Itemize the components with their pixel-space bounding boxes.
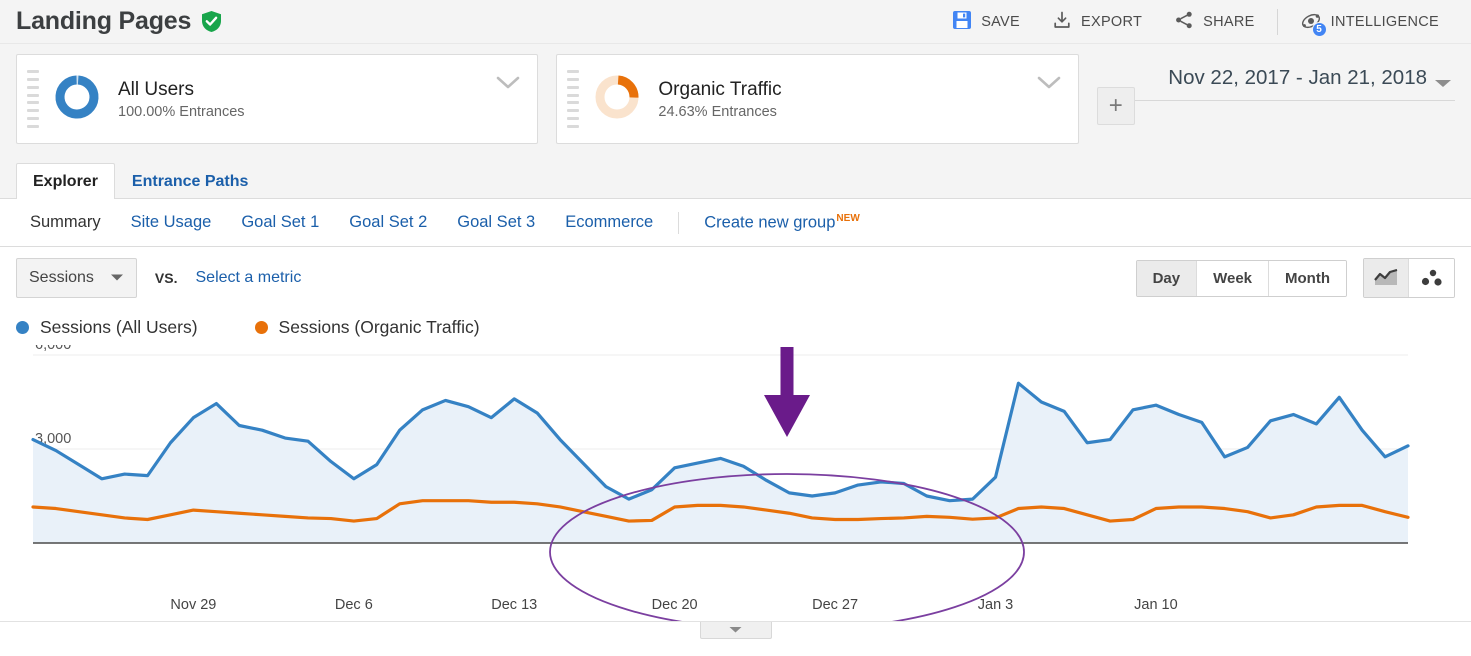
segment-card-organic-traffic[interactable]: Organic Traffic 24.63% Entrances bbox=[556, 54, 1078, 144]
date-range-label[interactable]: Nov 22, 2017 - Jan 21, 2018 bbox=[1168, 66, 1427, 90]
intelligence-atom-icon: 5 bbox=[1300, 12, 1322, 32]
share-button[interactable]: SHARE bbox=[1158, 0, 1270, 43]
granularity-week[interactable]: Week bbox=[1197, 261, 1269, 296]
secondary-tabs: Summary Site Usage Goal Set 1 Goal Set 2… bbox=[0, 199, 1471, 247]
legend-item-organic-traffic[interactable]: Sessions (Organic Traffic) bbox=[255, 317, 480, 338]
intelligence-badge: 5 bbox=[1312, 22, 1327, 37]
date-underline bbox=[1125, 100, 1455, 101]
legend-dot-blue bbox=[16, 321, 29, 334]
donut-chart-icon bbox=[592, 72, 642, 127]
add-segment-button[interactable]: + bbox=[1097, 87, 1135, 125]
subtab-ecommerce[interactable]: Ecommerce bbox=[550, 213, 668, 232]
save-label: SAVE bbox=[981, 14, 1020, 30]
primary-tabs: Explorer Entrance Paths bbox=[0, 159, 1471, 199]
page-title: Landing Pages bbox=[16, 9, 191, 34]
shield-check-icon bbox=[201, 10, 222, 33]
tab-explorer[interactable]: Explorer bbox=[16, 163, 115, 199]
x-axis-tick-label: Jan 10 bbox=[1134, 597, 1178, 613]
caret-down-icon[interactable] bbox=[1433, 76, 1453, 94]
save-floppy-icon bbox=[952, 10, 972, 34]
analytics-page: Landing Pages SAVE EXPORT SHA bbox=[0, 0, 1471, 656]
share-label: SHARE bbox=[1203, 14, 1254, 30]
create-new-group-link[interactable]: Create new groupNEW bbox=[689, 213, 875, 233]
collapse-chart-handle[interactable] bbox=[700, 622, 772, 639]
chevron-down-icon[interactable] bbox=[495, 75, 521, 96]
download-icon bbox=[1052, 10, 1072, 34]
toolbar-divider bbox=[1277, 9, 1278, 35]
x-axis-tick-label: Dec 13 bbox=[491, 597, 537, 613]
drag-handle-icon[interactable] bbox=[567, 70, 579, 128]
chevron-down-icon[interactable] bbox=[1036, 75, 1062, 96]
chart-legend: Sessions (All Users) Sessions (Organic T… bbox=[0, 309, 1471, 345]
subtab-goal-set-2[interactable]: Goal Set 2 bbox=[334, 213, 442, 232]
chart-controls-row: Sessions VS. Select a metric Day Week Mo… bbox=[0, 247, 1471, 309]
segment-bar: All Users 100.00% Entrances Organic Traf… bbox=[0, 44, 1471, 159]
donut-chart-icon bbox=[52, 72, 102, 127]
subtab-goal-set-1[interactable]: Goal Set 1 bbox=[226, 213, 334, 232]
drag-handle-icon[interactable] bbox=[27, 70, 39, 128]
select-a-metric-link[interactable]: Select a metric bbox=[196, 269, 302, 287]
caret-down-icon bbox=[110, 269, 124, 287]
page-header: Landing Pages SAVE EXPORT SHA bbox=[0, 0, 1471, 44]
subtab-site-usage[interactable]: Site Usage bbox=[116, 213, 227, 232]
segment-name: All Users bbox=[118, 78, 245, 102]
x-axis-tick-label: Dec 6 bbox=[335, 597, 373, 613]
subtab-goal-set-3[interactable]: Goal Set 3 bbox=[442, 213, 550, 232]
sessions-timeseries-chart[interactable]: 3,0006,000 bbox=[0, 345, 1471, 595]
vs-label: VS. bbox=[155, 270, 178, 286]
legend-item-all-users[interactable]: Sessions (All Users) bbox=[16, 317, 198, 338]
legend-dot-orange bbox=[255, 321, 268, 334]
intelligence-label: INTELLIGENCE bbox=[1331, 14, 1439, 30]
chart-bottom-bar bbox=[0, 621, 1471, 649]
segment-metric: 100.00% Entrances bbox=[118, 104, 245, 120]
x-axis-tick-label: Dec 27 bbox=[812, 597, 858, 613]
export-button[interactable]: EXPORT bbox=[1036, 0, 1158, 43]
metric-select-value: Sessions bbox=[29, 269, 94, 287]
segment-card-all-users[interactable]: All Users 100.00% Entrances bbox=[16, 54, 538, 144]
granularity-day[interactable]: Day bbox=[1137, 261, 1198, 296]
segment-metric: 24.63% Entrances bbox=[658, 104, 781, 120]
granularity-month[interactable]: Month bbox=[1269, 261, 1346, 296]
new-badge: NEW bbox=[836, 213, 859, 224]
legend-label: Sessions (Organic Traffic) bbox=[279, 317, 480, 338]
segment-name: Organic Traffic bbox=[658, 78, 781, 102]
x-axis-tick-label: Dec 20 bbox=[652, 597, 698, 613]
date-range-area: Nov 22, 2017 - Jan 21, 2018 + bbox=[1097, 54, 1455, 159]
subtabs-divider bbox=[678, 212, 679, 234]
x-axis-tick-label: Jan 3 bbox=[978, 597, 1013, 613]
caret-down-icon bbox=[728, 621, 743, 639]
intelligence-button[interactable]: 5 INTELLIGENCE bbox=[1284, 0, 1455, 43]
create-new-group-label: Create new group bbox=[704, 213, 835, 231]
chart-type-toggle bbox=[1363, 258, 1455, 298]
x-axis-tick-label: Nov 29 bbox=[170, 597, 216, 613]
metric-select-dropdown[interactable]: Sessions bbox=[16, 258, 137, 298]
granularity-toggle: Day Week Month bbox=[1136, 260, 1347, 297]
subtab-summary[interactable]: Summary bbox=[16, 213, 116, 232]
tab-entrance-paths[interactable]: Entrance Paths bbox=[115, 163, 265, 199]
export-label: EXPORT bbox=[1081, 14, 1142, 30]
series-area-0 bbox=[33, 383, 1408, 543]
line-chart-icon[interactable] bbox=[1364, 259, 1409, 297]
chart-view-controls: Day Week Month bbox=[1136, 258, 1455, 298]
header-actions: SAVE EXPORT SHARE 5 INTELL bbox=[936, 0, 1455, 43]
chart-canvas: 3,0006,000 bbox=[0, 345, 1471, 557]
scatter-chart-icon[interactable] bbox=[1409, 259, 1454, 297]
legend-label: Sessions (All Users) bbox=[40, 317, 198, 338]
share-nodes-icon bbox=[1174, 10, 1194, 34]
save-button[interactable]: SAVE bbox=[936, 0, 1036, 43]
chart-x-axis-labels: Nov 29 Dec 6 Dec 13 Dec 20 Dec 27 Jan 3 Jan 10 bbox=[0, 595, 1471, 621]
y-axis-label: 6,000 bbox=[35, 345, 71, 353]
